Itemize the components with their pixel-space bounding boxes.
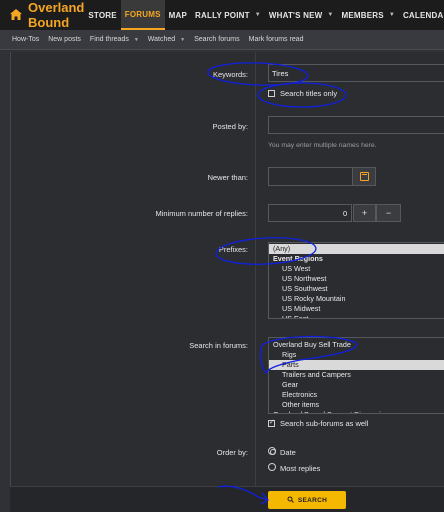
decrement-button[interactable]: − <box>376 204 401 222</box>
forum-option[interactable]: Electronics <box>269 390 444 400</box>
prefix-option[interactable]: US Midwest <box>269 304 444 314</box>
forum-option[interactable]: Trailers and Campers <box>269 370 444 380</box>
prefixes-listbox[interactable]: (Any) Event Regions US West US Northwest US … <box>268 242 444 319</box>
subnav-how-tos-label: How-Tos <box>12 36 40 43</box>
keywords-label: Keywords: <box>212 70 248 79</box>
forum-option[interactable]: Overland Bound Support Discussion <box>269 410 444 413</box>
prefix-option[interactable]: US West <box>269 264 444 274</box>
form-footer <box>10 486 444 512</box>
forum-option[interactable]: Rigs <box>269 350 444 360</box>
posted-by-hint: You may enter multiple names here. <box>268 142 377 149</box>
titles-only-label: Search titles only <box>280 89 338 98</box>
chevron-down-icon[interactable]: ▼ <box>255 12 261 18</box>
prefixes-label: Prefixes: <box>218 245 248 254</box>
prefix-option[interactable]: Event Regions <box>269 254 444 264</box>
nav-rally-point[interactable]: RALLY POINT ▼ <box>191 0 265 30</box>
prefix-option[interactable]: US Rocky Mountain <box>269 294 444 304</box>
newer-than-label: Newer than: <box>207 173 248 182</box>
min-replies-input[interactable] <box>268 204 352 222</box>
increment-button[interactable]: + <box>353 204 376 222</box>
chevron-down-icon[interactable]: ▼ <box>327 12 333 18</box>
chevron-down-icon[interactable]: ▼ <box>180 37 185 43</box>
search-button-label: SEARCH <box>297 496 328 504</box>
subnav-find-threads[interactable]: Find threads ▼ <box>90 36 139 43</box>
minus-icon: − <box>385 208 392 218</box>
nav-calendar[interactable]: CALENDA <box>399 0 444 30</box>
forum-option[interactable]: Parts <box>269 360 444 370</box>
home-icon <box>10 8 22 23</box>
nav-map-label: MAP <box>168 10 188 20</box>
nav-store-label: STORE <box>88 10 117 20</box>
subnav-search-forums-label: Search forums <box>194 36 240 43</box>
nav-store[interactable]: STORE <box>84 0 120 30</box>
subnav-mark-forums-read-label: Mark forums read <box>248 36 304 43</box>
chevron-down-icon[interactable]: ▼ <box>134 37 139 43</box>
prefix-option[interactable]: US Southwest <box>269 284 444 294</box>
prefix-option[interactable]: (Any) <box>269 244 444 254</box>
subnav-find-threads-label: Find threads <box>89 36 129 43</box>
calendar-icon <box>359 172 369 181</box>
min-replies-value: 0 <box>343 209 348 218</box>
order-replies-label: Most replies <box>280 464 321 473</box>
chevron-down-icon[interactable]: ▼ <box>389 12 395 18</box>
plus-icon: + <box>361 208 368 218</box>
posted-by-input[interactable] <box>268 116 444 134</box>
forum-option[interactable]: Other items <box>269 400 444 410</box>
subnav-watched[interactable]: Watched ▼ <box>148 36 185 43</box>
prefix-option[interactable]: US Northwest <box>269 274 444 284</box>
brand-name: Overland Bound <box>28 0 85 30</box>
nav-whats-new-label: WHAT'S NEW <box>268 10 323 20</box>
order-replies-radio[interactable] <box>268 463 276 471</box>
prefix-option[interactable]: US East <box>269 314 444 318</box>
sub-navigation: How-Tos New posts Find threads ▼ Watched ▼… <box>0 30 444 50</box>
subnav-how-tos[interactable]: How-Tos <box>12 36 39 43</box>
order-by-label: Order by: <box>216 448 248 457</box>
nav-members-label: MEMBERS <box>341 10 384 20</box>
date-picker-button[interactable] <box>352 167 376 186</box>
search-icon <box>287 496 294 505</box>
top-navigation: Overland Bound STORE FORUMS MAP RALLY PO… <box>0 0 444 30</box>
subnav-watched-label: Watched <box>147 36 176 43</box>
subnav-new-posts[interactable]: New posts <box>48 36 81 43</box>
min-replies-label: Minimum number of replies: <box>155 209 248 218</box>
nav-whats-new[interactable]: WHAT'S NEW ▼ <box>265 0 338 30</box>
nav-rally-point-label: RALLY POINT <box>195 10 250 20</box>
forums-listbox[interactable]: Overland Buy Sell Trade Rigs Parts Trailers… <box>268 337 444 414</box>
titles-only-checkbox[interactable] <box>268 90 275 97</box>
subnav-search-forums[interactable]: Search forums <box>194 36 240 43</box>
order-date-radio[interactable] <box>268 447 276 455</box>
site-logo[interactable]: Overland Bound <box>0 0 84 30</box>
nav-map[interactable]: MAP <box>165 0 191 30</box>
nav-forums-label: FORUMS <box>124 9 161 19</box>
subnav-new-posts-label: New posts <box>48 36 81 43</box>
search-button[interactable]: SEARCH <box>268 491 346 509</box>
nav-forums[interactable]: FORUMS <box>120 0 165 30</box>
subnav-mark-forums-read[interactable]: Mark forums read <box>249 36 304 43</box>
forum-option[interactable]: Overland Buy Sell Trade <box>269 340 444 350</box>
subforums-label: Search sub-forums as well <box>280 419 369 428</box>
posted-by-label: Posted by: <box>212 122 248 131</box>
form-divider <box>255 52 256 486</box>
order-date-label: Date <box>280 448 296 457</box>
search-in-forums-label: Search in forums: <box>189 341 248 350</box>
forum-option[interactable]: Gear <box>269 380 444 390</box>
nav-calendar-label: CALENDA <box>402 10 444 20</box>
subforums-checkbox[interactable] <box>268 418 275 427</box>
nav-members[interactable]: MEMBERS ▼ <box>338 0 399 30</box>
keywords-input[interactable] <box>268 64 444 82</box>
keywords-value: Tires <box>272 69 289 78</box>
